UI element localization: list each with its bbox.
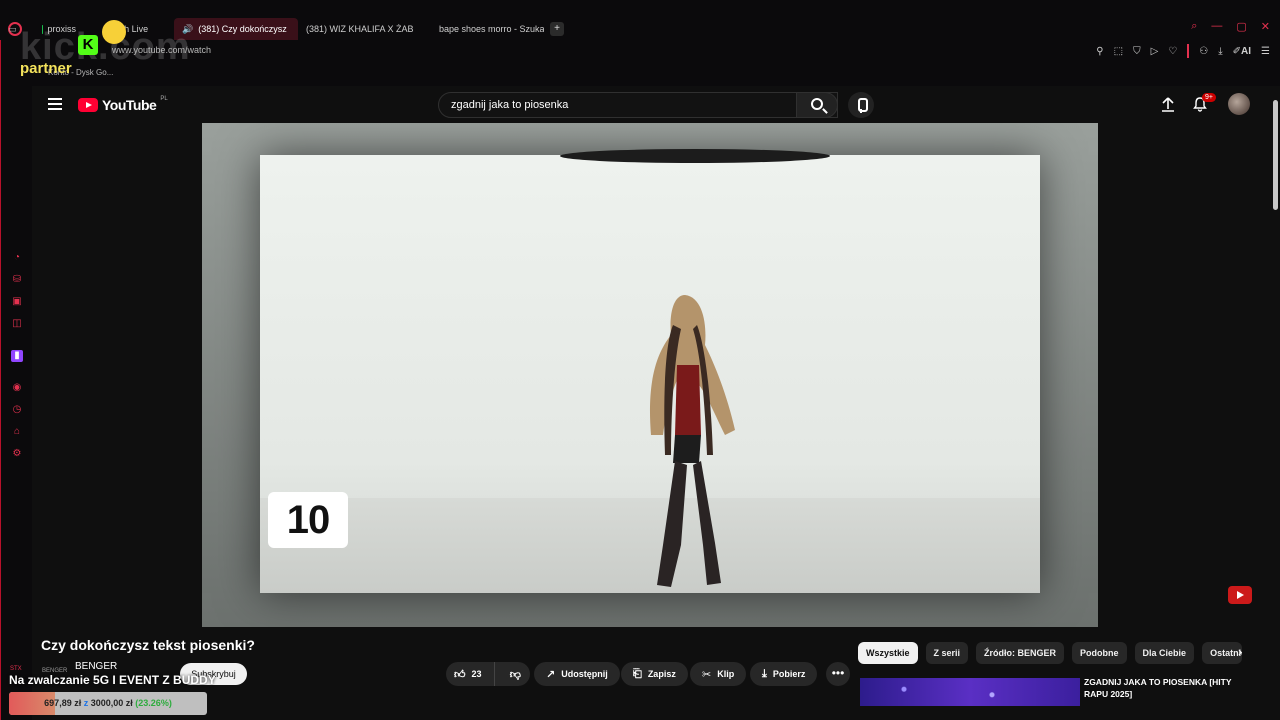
- play-icon[interactable]: ▷: [1151, 46, 1159, 57]
- chip-recent[interactable]: Ostatnio: [1202, 642, 1243, 664]
- chip-source-benger[interactable]: Źródło: BENGER: [976, 642, 1065, 664]
- youtube-mini-icon[interactable]: [1228, 586, 1252, 604]
- search-tabs-icon[interactable]: ⌕: [1191, 20, 1197, 33]
- heart-icon[interactable]: ♡: [1168, 46, 1177, 57]
- account-avatar[interactable]: [1228, 93, 1250, 115]
- thumbs-up-icon: 👍︎: [454, 668, 466, 681]
- minimize-icon[interactable]: —: [1211, 20, 1222, 33]
- address-bar[interactable]: www.youtube.com/watch ⚲ ⬚ ⛉ ▷ ♡ ⚇ ⤓ ✐AI …: [0, 42, 1280, 60]
- thumbs-down-icon: 👎︎: [509, 668, 521, 681]
- aria-ai-icon[interactable]: ✐AI: [1233, 46, 1251, 57]
- scissors-icon: ✂: [702, 668, 712, 681]
- donation-progress-bar: 697,89 zł z 3000,00 zł (23.26%): [9, 692, 207, 715]
- donation-progress-text: 697,89 zł z 3000,00 zł (23.26%): [44, 698, 172, 708]
- tab-bar: ▭ proxiss Watch Live 🔊 (381) Czy dokończy…: [0, 18, 1280, 113]
- menu-icon[interactable]: ☰: [1261, 46, 1270, 57]
- studio-light-rig: [560, 149, 830, 163]
- recommendation-thumbnail[interactable]: [860, 678, 1080, 706]
- chevron-right-icon[interactable]: ›: [1238, 644, 1242, 659]
- opera-sidebar: ◔ ⛁ ▣ ◫ ▮ ◉ ◷ ⌂ ⚙: [0, 40, 32, 720]
- share-arrow-icon: ↗: [546, 668, 556, 681]
- browser-window: ▭ proxiss Watch Live 🔊 (381) Czy dokończy…: [0, 0, 1280, 720]
- scrollbar-thumb[interactable]: [1273, 100, 1278, 210]
- search-query[interactable]: zgadnij jaka to piosenka: [451, 99, 568, 111]
- pin-icon[interactable]: ⚲: [1096, 46, 1103, 57]
- video-player[interactable]: 10: [202, 123, 1098, 627]
- sun-emoji-icon: [102, 20, 126, 44]
- donation-goal-label: Na zwalczanie 5G I EVENT Z BUDDY: [9, 673, 216, 687]
- clip-button[interactable]: ✂ Klip: [690, 662, 747, 686]
- notifications-badge: 9+: [1202, 93, 1216, 102]
- account-icon[interactable]: ⚇: [1199, 46, 1208, 57]
- toolbar-separator: [1187, 44, 1190, 58]
- guide-menu-icon[interactable]: [48, 98, 62, 110]
- video-title: Czy dokończysz tekst piosenki?: [41, 637, 255, 653]
- recommendation-title[interactable]: ZGADNIJ JAKA TO PIOSENKA [HITY RAPU 2025…: [1084, 676, 1244, 700]
- stream-overlay-tag: STX: [10, 666, 22, 672]
- history-icon[interactable]: ◷: [11, 404, 23, 416]
- youtube-header: YouTube PL zgadnij jaka to piosenka ✕ 9+: [32, 86, 1268, 124]
- tab-bape-shoes[interactable]: bape shoes morro - Szuka: [426, 18, 544, 40]
- download-icon[interactable]: ⤓: [1218, 46, 1222, 57]
- speed-dial-icon[interactable]: ◔: [11, 252, 23, 264]
- like-dislike-group: 👍︎ 23 👎︎: [446, 662, 530, 686]
- snapshot-icon[interactable]: ⬚: [1114, 46, 1123, 57]
- player-icon[interactable]: ◉: [11, 382, 23, 394]
- chip-for-you[interactable]: Dla Ciebie: [1134, 642, 1195, 664]
- more-actions-icon[interactable]: •••: [826, 662, 850, 686]
- tab-wiz-khalifa[interactable]: (381) WIZ KHALIFA X ŻAB: [32, 18, 426, 113]
- tab-active-video[interactable]: 🔊 (381) Czy dokończysz: [32, 18, 298, 113]
- window-controls: ⌕ — ▢ ✕: [1191, 20, 1270, 33]
- youtube-page: YouTube PL zgadnij jaka to piosenka ✕ 9+…: [32, 86, 1280, 720]
- save-button[interactable]: ⎗ Zapisz: [621, 662, 688, 686]
- chip-all[interactable]: Wszystkie: [858, 642, 918, 664]
- youtube-logo[interactable]: YouTube PL: [78, 96, 168, 113]
- related-filter-chips: Wszystkie Z serii Źródło: BENGER Podobne…: [858, 642, 1243, 664]
- new-tab-button[interactable]: +: [550, 22, 564, 36]
- chip-from-series[interactable]: Z serii: [925, 642, 969, 664]
- crypto-wallet-icon[interactable]: ⛁: [11, 274, 23, 286]
- pinboard-icon[interactable]: ⌂: [11, 426, 23, 438]
- maximize-icon[interactable]: ▢: [1236, 20, 1246, 33]
- tab-grid-icon: ▭: [8, 23, 17, 34]
- stream-partner-logo: kick.com K partner: [20, 20, 190, 80]
- dislike-button[interactable]: 👎︎: [501, 668, 530, 681]
- close-icon[interactable]: ✕: [1261, 20, 1270, 33]
- toolbar-icons: ⚲ ⬚ ⛉ ▷ ♡ ⚇ ⤓ ✐AI ☰: [1096, 44, 1270, 58]
- voice-search-icon[interactable]: [848, 92, 874, 118]
- channel-name[interactable]: BENGER: [75, 661, 117, 672]
- shield-icon[interactable]: ⛉: [1133, 46, 1141, 57]
- page-scrollbar[interactable]: [1272, 88, 1278, 718]
- search-input[interactable]: zgadnij jaka to piosenka ✕: [438, 92, 838, 118]
- kick-k-icon: K: [78, 35, 98, 55]
- settings-gear-icon[interactable]: ⚙: [11, 448, 23, 460]
- search-icon: [811, 98, 823, 110]
- youtube-play-logo-icon: [78, 98, 98, 112]
- like-button[interactable]: 👍︎ 23: [446, 662, 495, 686]
- instagram-icon[interactable]: ◫: [11, 318, 23, 330]
- chip-similar[interactable]: Podobne: [1072, 642, 1127, 664]
- countdown-counter: 10: [268, 492, 348, 548]
- upload-icon[interactable]: [1160, 96, 1176, 112]
- download-arrow-icon: ⤓: [762, 667, 767, 680]
- messenger-icon[interactable]: ▣: [11, 296, 23, 308]
- video-frame: 10: [260, 149, 1040, 593]
- bookmark-icon: ⎗: [633, 667, 642, 680]
- download-button[interactable]: ⤓ Pobierz: [750, 662, 818, 686]
- share-button[interactable]: ↗ Udostępnij: [534, 662, 620, 686]
- twitch-icon[interactable]: ▮: [11, 350, 23, 362]
- dancer-figure: [649, 295, 735, 587]
- search-button[interactable]: [796, 92, 838, 118]
